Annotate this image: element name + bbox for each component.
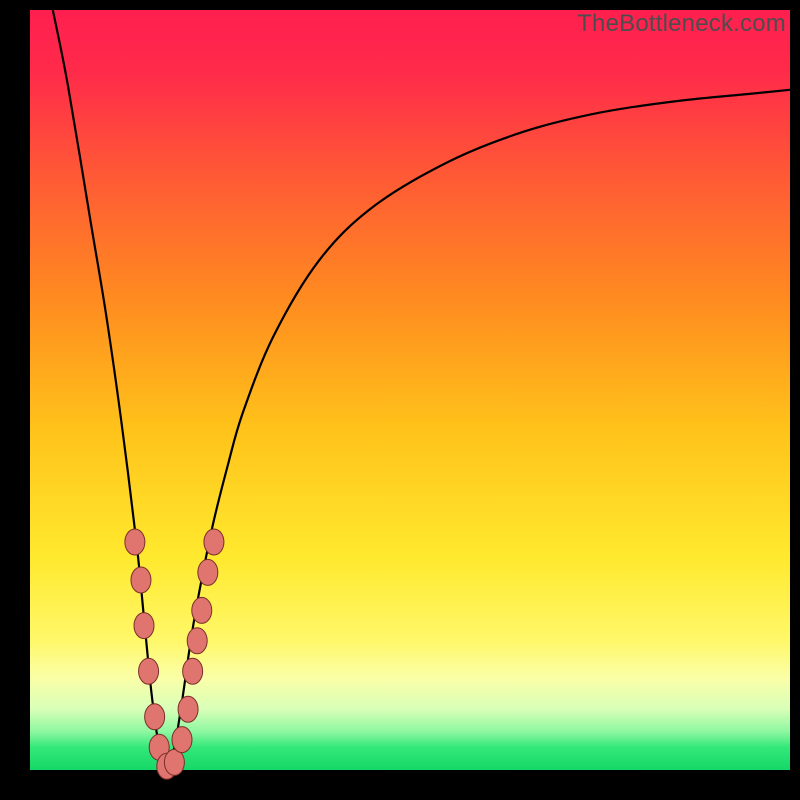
curve-marker bbox=[192, 597, 212, 623]
curve-marker bbox=[198, 559, 218, 585]
curve-marker bbox=[125, 529, 145, 555]
curve-marker bbox=[204, 529, 224, 555]
watermark-text: TheBottleneck.com bbox=[577, 10, 786, 38]
curve-marker bbox=[139, 658, 159, 684]
bottleneck-curve bbox=[53, 10, 790, 770]
chart-svg-layer bbox=[30, 10, 790, 770]
curve-marker bbox=[164, 749, 184, 775]
curve-marker bbox=[172, 727, 192, 753]
curve-marker bbox=[183, 658, 203, 684]
curve-marker bbox=[187, 628, 207, 654]
chart-frame: TheBottleneck.com bbox=[0, 0, 800, 800]
curve-marker bbox=[134, 613, 154, 639]
curve-marker bbox=[178, 696, 198, 722]
curve-marker bbox=[145, 704, 165, 730]
curve-marker bbox=[131, 567, 151, 593]
